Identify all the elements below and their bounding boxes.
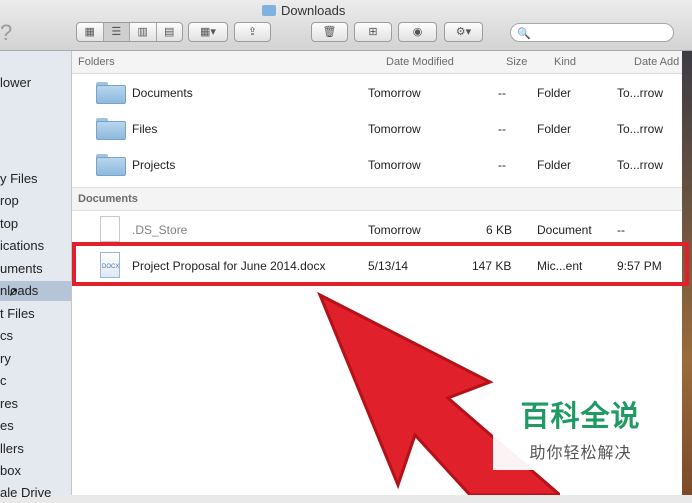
- quicklook-button[interactable]: ◉: [398, 22, 437, 42]
- column-header-size[interactable]: Size: [506, 56, 527, 68]
- folder-icon: [262, 5, 276, 16]
- group-header-label: Documents: [78, 193, 138, 205]
- arrange-grid-icon: ▦▾: [200, 25, 216, 38]
- file-size: --: [498, 158, 506, 172]
- sidebar-item[interactable]: llers: [0, 439, 71, 459]
- sidebar-item[interactable]: lower: [0, 73, 71, 93]
- column-header-folders[interactable]: Folders: [78, 56, 115, 68]
- file-name: Documents: [132, 86, 193, 100]
- column-header-date-modified[interactable]: Date Modified: [386, 56, 454, 68]
- coverflow-view-button[interactable]: ▤: [157, 23, 183, 41]
- sidebar-item[interactable]: y Files: [0, 169, 71, 189]
- list-view-button[interactable]: ☰: [103, 23, 130, 41]
- action-button[interactable]: ⚙▾: [444, 22, 483, 42]
- file-date: Tomorrow: [368, 86, 421, 100]
- list-view-icon: ☰: [111, 25, 122, 38]
- file-date-added: --: [617, 223, 625, 237]
- watermark-subtitle: 助你轻松解决: [529, 445, 632, 462]
- sidebar-item[interactable]: ale Drive: [0, 483, 71, 503]
- folder-icon: [96, 82, 126, 104]
- sidebar-item[interactable]: ications: [0, 236, 71, 256]
- sidebar-item[interactable]: es: [0, 416, 71, 436]
- file-name: .DS_Store: [132, 223, 188, 237]
- file-size: --: [498, 122, 506, 136]
- folder-icon: [96, 154, 126, 176]
- sidebar-item[interactable]: box: [0, 461, 71, 481]
- file-kind: Folder: [537, 158, 572, 172]
- column-header-bar: Folders Date Modified Size Kind Date Add: [72, 51, 692, 74]
- new-folder-button[interactable]: ⊞: [354, 22, 392, 42]
- view-mode-control: ▦ ☰ ▥ ▤: [76, 22, 183, 42]
- help-button[interactable]: ?: [0, 20, 12, 46]
- watermark-title: 百科全说: [520, 401, 641, 433]
- column-header-kind[interactable]: Kind: [554, 56, 576, 68]
- eye-icon: ◉: [412, 25, 423, 38]
- gear-icon: ⚙▾: [455, 25, 472, 38]
- column-view-button[interactable]: ▥: [130, 23, 157, 41]
- sidebar-item[interactable]: res: [0, 394, 71, 414]
- file-date: Tomorrow: [368, 158, 421, 172]
- folder-icon: [96, 118, 126, 140]
- column-view-icon: ▥: [137, 25, 148, 38]
- sidebar-item[interactable]: uments: [0, 259, 71, 279]
- sidebar-item[interactable]: top: [0, 214, 71, 234]
- watermark: 百科全说 助你轻松解决: [493, 385, 668, 470]
- trash-button[interactable]: 🗑: [311, 22, 348, 42]
- new-folder-icon: ⊞: [368, 25, 378, 38]
- folder-row[interactable]: Files Tomorrow -- Folder To...rrow: [72, 111, 692, 146]
- icon-view-icon: ▦: [84, 25, 95, 38]
- file-kind: Folder: [537, 122, 572, 136]
- search-field[interactable]: 🔍: [510, 23, 674, 42]
- search-input[interactable]: [531, 25, 671, 41]
- share-icon: ⇪: [247, 25, 258, 38]
- file-name: Projects: [132, 158, 176, 172]
- file-date-added: To...rrow: [617, 86, 664, 100]
- file-kind: Document: [537, 223, 592, 237]
- file-size: 6 KB: [486, 223, 513, 237]
- column-header-date-added[interactable]: Date Add: [634, 56, 679, 68]
- file-kind: Folder: [537, 86, 572, 100]
- window-title: Downloads: [262, 3, 345, 18]
- sidebar-item[interactable]: t Files: [0, 304, 71, 324]
- window-titlebar: Downloads ? ▦ ☰ ▥ ▤ ▦▾ ⇪ 🗑 ⊞ ◉ ⚙▾ 🔍: [0, 0, 692, 51]
- file-date: Tomorrow: [368, 223, 421, 237]
- file-date-added: To...rrow: [617, 158, 664, 172]
- highlight-box: [72, 242, 689, 286]
- sidebar: lower y Files rop top ications uments nl…: [0, 51, 72, 500]
- sidebar-item[interactable]: cs: [0, 326, 71, 346]
- arrange-button[interactable]: ▦▾: [188, 22, 228, 42]
- file-date: Tomorrow: [368, 122, 421, 136]
- share-button[interactable]: ⇪: [234, 22, 271, 42]
- coverflow-view-icon: ▤: [164, 25, 175, 38]
- trash-icon: 🗑: [322, 25, 337, 38]
- group-header-documents: Documents: [72, 187, 692, 211]
- mouse-cursor-icon: ➚: [8, 284, 19, 299]
- icon-view-button[interactable]: ▦: [77, 23, 104, 41]
- window-title-text: Downloads: [281, 3, 346, 18]
- file-name: Files: [132, 122, 158, 136]
- folder-row[interactable]: Documents Tomorrow -- Folder To...rrow: [72, 75, 692, 110]
- search-icon: 🔍: [517, 28, 531, 40]
- sidebar-item[interactable]: ry: [0, 349, 71, 369]
- document-icon: [100, 216, 120, 242]
- file-date-added: To...rrow: [617, 122, 664, 136]
- sidebar-item[interactable]: rop: [0, 191, 71, 211]
- file-size: --: [498, 86, 506, 100]
- sidebar-item[interactable]: c: [0, 371, 71, 391]
- folder-row[interactable]: Projects Tomorrow -- Folder To...rrow: [72, 147, 692, 182]
